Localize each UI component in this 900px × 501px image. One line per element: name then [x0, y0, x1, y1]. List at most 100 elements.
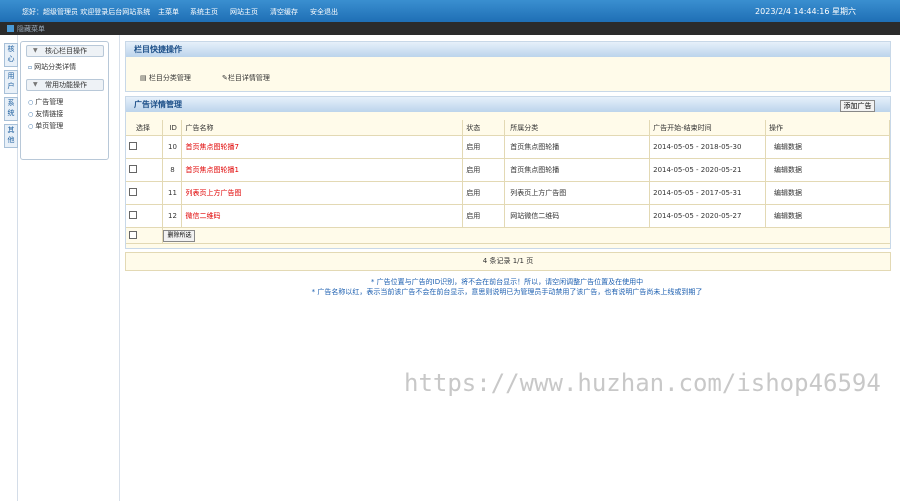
left-tab-strip: 核心 用户 系统 其他	[0, 35, 18, 501]
document-icon: ▤	[140, 74, 147, 82]
menu-group-core[interactable]: ▼ 核心栏目操作	[26, 45, 104, 57]
row-status: 启用	[462, 158, 506, 182]
delete-selected-button[interactable]: 删除所选	[163, 229, 196, 242]
tab-core-label: 核心	[7, 45, 15, 63]
greeting-text: 您好：超级管理员 欢迎登录后台网站系统	[22, 8, 151, 16]
clock: 2023/2/4 14:44:16 星期六	[755, 7, 856, 16]
row-checkbox[interactable]	[129, 188, 137, 196]
sidebar-item-ads[interactable]: ○ 广告管理	[28, 97, 63, 107]
row-status: 启用	[462, 135, 506, 159]
tab-core[interactable]: 核心	[4, 43, 18, 67]
select-all-cell	[126, 227, 164, 244]
row-checkbox[interactable]	[129, 142, 137, 150]
nav-main-menu[interactable]: 主菜单	[158, 7, 179, 17]
row-status: 启用	[462, 204, 506, 228]
tab-other[interactable]: 其他	[4, 124, 18, 148]
row-name-cell: 列表页上方广告图	[181, 181, 464, 205]
col-status: 状态	[462, 120, 506, 136]
row-checkbox[interactable]	[129, 165, 137, 173]
table-row: 8 首页焦点图轮播1 启用 首页焦点图轮播 2014-05-05 - 2020-…	[126, 158, 890, 182]
ads-title: 广告详情管理	[134, 100, 182, 109]
nav-site-home[interactable]: 网站主页	[230, 7, 258, 17]
row-action-cell: 编辑数据	[765, 204, 890, 228]
edit-data-link[interactable]: 编辑数据	[774, 166, 802, 174]
collapse-arrow-icon: ▼	[33, 47, 38, 54]
table-footer-row: 删除所选	[126, 227, 890, 244]
sidebar-item-pages[interactable]: ○ 单页管理	[28, 121, 63, 131]
row-action-cell: 编辑数据	[765, 181, 890, 205]
menu-group-common[interactable]: ▼ 常用功能操作	[26, 79, 104, 91]
menu-toggle-icon[interactable]	[7, 25, 14, 32]
edit-data-link[interactable]: 编辑数据	[774, 143, 802, 151]
nav-clear-cache[interactable]: 清空缓存	[270, 7, 298, 17]
row-select-cell	[126, 135, 164, 159]
quick-link-category[interactable]: ▤ 栏目分类管理	[140, 73, 191, 83]
tab-user-label: 用户	[7, 72, 15, 90]
quick-link-category-label: 栏目分类管理	[148, 74, 191, 82]
ad-name-link[interactable]: 首页焦点图轮播1	[185, 166, 238, 174]
ad-name-link[interactable]: 微信二维码	[185, 212, 220, 220]
table-row: 10 首页焦点图轮播7 启用 首页焦点图轮播 2014-05-05 - 2018…	[126, 135, 890, 159]
bullet-icon: ○	[28, 123, 34, 130]
sub-bar: 隐藏菜单	[0, 22, 900, 35]
row-time: 2014-05-05 - 2018-05-30	[649, 135, 767, 159]
row-id: 8	[162, 158, 183, 182]
table-row: 11 列表页上方广告图 启用 列表页上方广告图 2014-05-05 - 201…	[126, 181, 890, 205]
col-category: 所属分类	[504, 120, 651, 136]
quick-ops-panel: 栏目快捷操作 ▤ 栏目分类管理 ✎栏目详情管理	[125, 41, 891, 92]
edit-data-link[interactable]: 编辑数据	[774, 189, 802, 197]
add-ad-button[interactable]: 添加广告	[840, 100, 875, 112]
row-action-cell: 编辑数据	[765, 135, 890, 159]
quick-link-detail[interactable]: ✎栏目详情管理	[222, 73, 270, 83]
row-id: 10	[162, 135, 183, 159]
row-time: 2014-05-05 - 2017-05-31	[649, 181, 767, 205]
menu-group-core-title: 核心栏目操作	[45, 47, 87, 55]
col-time: 广告开始-结束时间	[649, 120, 767, 136]
row-category: 列表页上方广告图	[504, 181, 651, 205]
row-status: 启用	[462, 181, 506, 205]
ad-name-link[interactable]: 列表页上方广告图	[185, 189, 241, 197]
row-name-cell: 微信二维码	[181, 204, 464, 228]
bullet-icon: ▫	[28, 64, 33, 71]
row-name-cell: 首页焦点图轮播1	[181, 158, 464, 182]
row-checkbox[interactable]	[129, 211, 137, 219]
footer-action-cell: 删除所选	[162, 227, 890, 244]
quick-ops-header: 栏目快捷操作	[126, 42, 890, 57]
sidebar-item-site-category[interactable]: ▫ 网站分类详情	[28, 62, 76, 72]
col-id: ID	[162, 120, 183, 136]
pagination: 4 条记录 1/1 页	[125, 252, 891, 271]
tab-other-label: 其他	[7, 126, 15, 144]
row-select-cell	[126, 158, 164, 182]
bullet-icon: ○	[28, 99, 34, 106]
row-category: 首页焦点图轮播	[504, 135, 651, 159]
sidebar-menu: ▼ 核心栏目操作 ▫ 网站分类详情 ▼ 常用功能操作 ○ 广告管理 ○ 友情链接 ○ 单…	[20, 41, 109, 160]
quick-ops-title: 栏目快捷操作	[134, 45, 182, 54]
edit-data-link[interactable]: 编辑数据	[774, 212, 802, 220]
tab-user[interactable]: 用户	[4, 70, 18, 94]
top-bar: 您好：超级管理员 欢迎登录后台网站系统 主菜单 系统主页 网站主页 清空缓存 安…	[0, 0, 900, 22]
watermark-text: https://www.huzhan.com/ishop46594	[404, 369, 881, 397]
note-line-2: * 广告名称以红，表示当前该广告不会在前台显示，意思则说明已为管理员手动禁用了该…	[311, 288, 703, 296]
note-line-1: * 广告位置与广告的ID识别，将不会在前台显示！所以，请空闲调整广告位置及在使用…	[370, 278, 644, 286]
sidebar-item-links[interactable]: ○ 友情链接	[28, 109, 63, 119]
row-time: 2014-05-05 - 2020-05-27	[649, 204, 767, 228]
row-action-cell: 编辑数据	[765, 158, 890, 182]
tab-system[interactable]: 系统	[4, 97, 18, 121]
nav-logout[interactable]: 安全退出	[310, 7, 338, 17]
row-id: 11	[162, 181, 183, 205]
row-category: 网站微信二维码	[504, 204, 651, 228]
ads-panel: 广告详情管理 添加广告 选择 ID 广告名称 状态 所属分类 广告开始-结束时间…	[125, 96, 891, 249]
ads-header: 广告详情管理	[126, 97, 890, 112]
select-all-checkbox[interactable]	[129, 230, 137, 239]
hide-menu-link[interactable]: 隐藏菜单	[17, 24, 45, 34]
sidebar-item-label: 广告管理	[35, 98, 64, 106]
table-header-row: 选择 ID 广告名称 状态 所属分类 广告开始-结束时间 操作	[126, 120, 890, 136]
sidebar-item-label: 单页管理	[35, 122, 64, 130]
sidebar-item-label: 友情链接	[35, 110, 64, 118]
ad-name-link[interactable]: 首页焦点图轮播7	[185, 143, 238, 151]
row-select-cell	[126, 204, 164, 228]
collapse-arrow-icon: ▼	[33, 81, 38, 88]
quick-link-detail-label: 栏目详情管理	[227, 74, 270, 82]
nav-system-home[interactable]: 系统主页	[190, 7, 218, 17]
bullet-icon: ○	[28, 111, 34, 118]
